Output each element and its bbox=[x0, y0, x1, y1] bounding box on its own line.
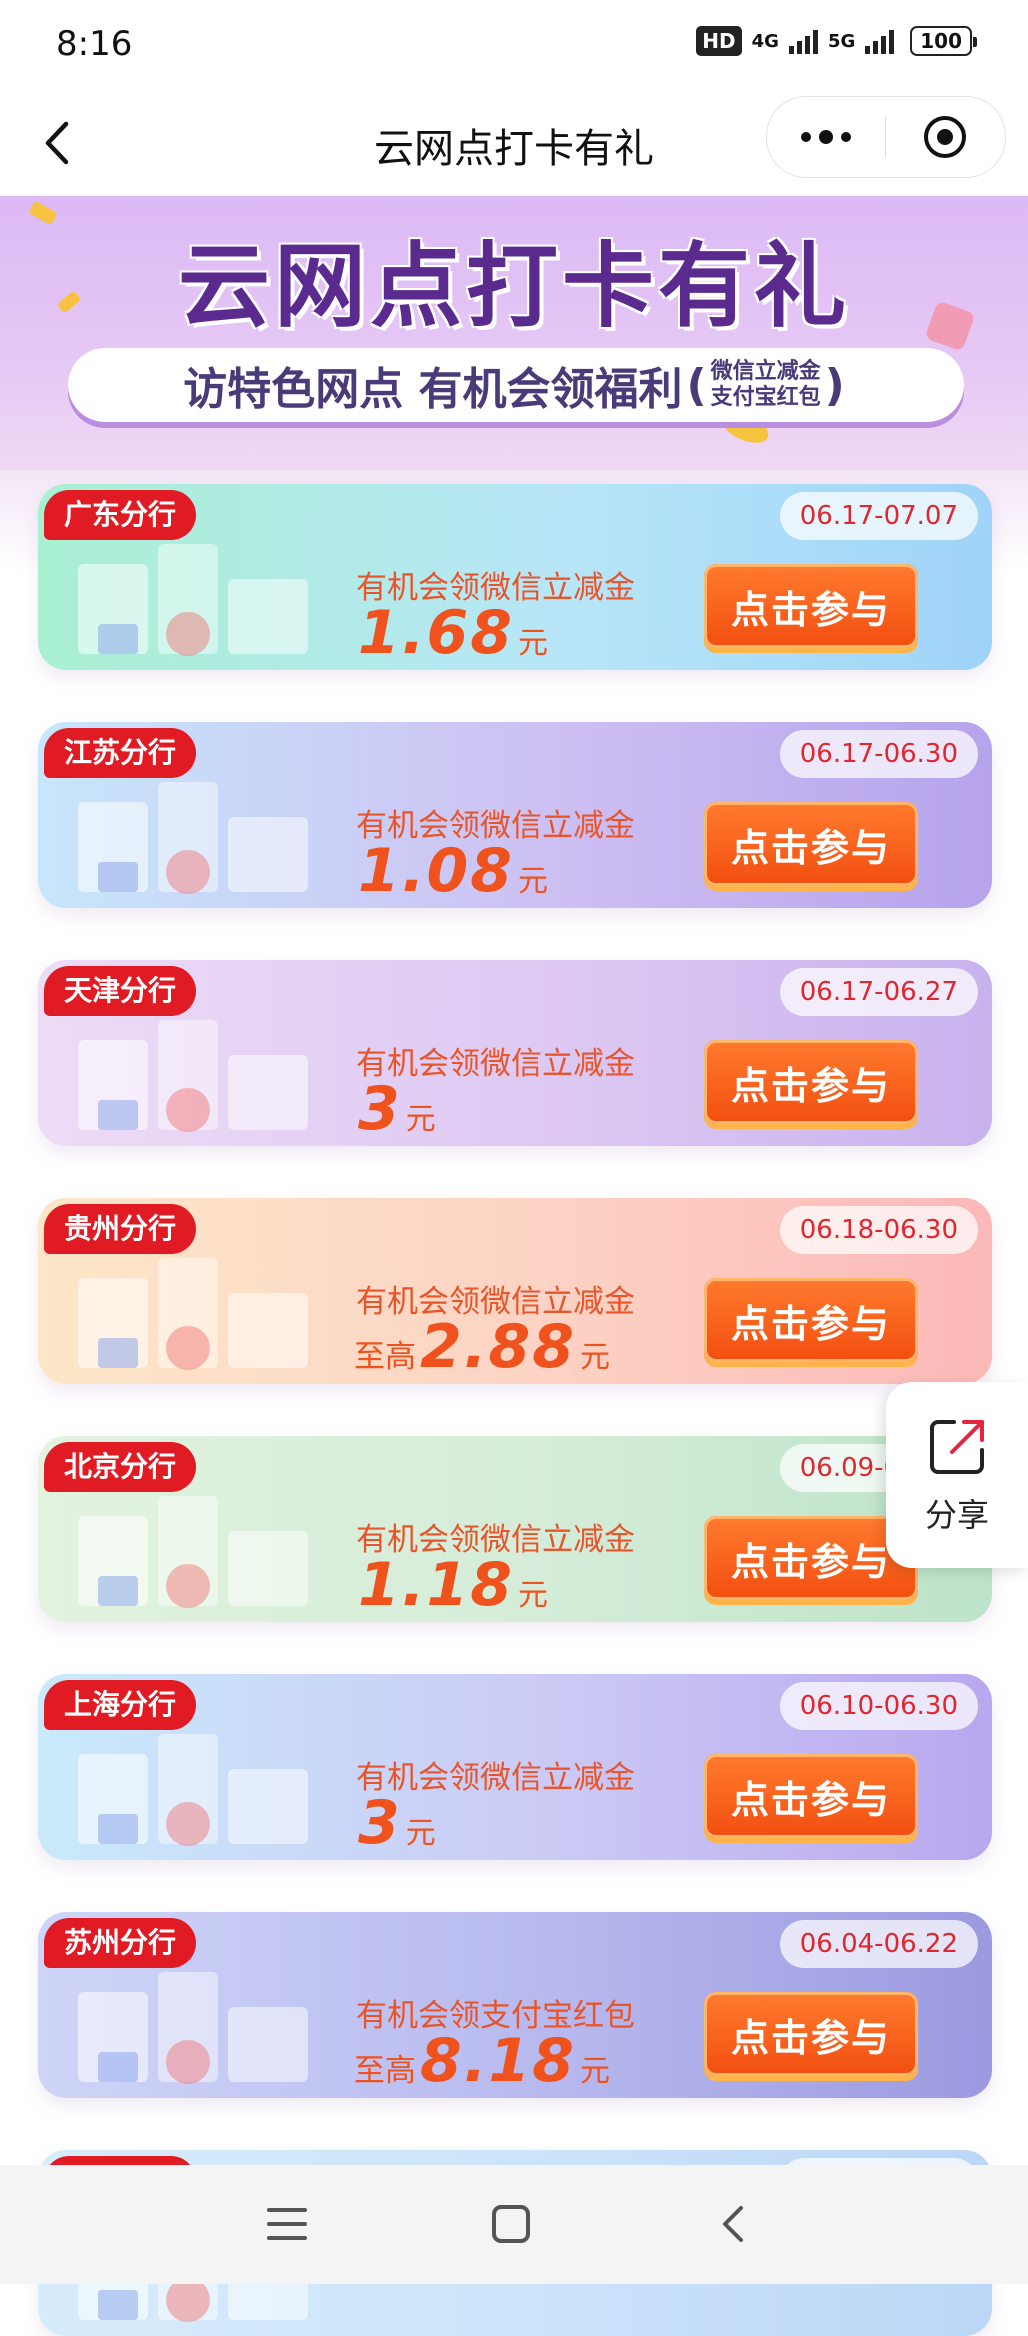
reward-amount: 至高 2.88 元 bbox=[354, 1312, 610, 1382]
amount-value: 3 bbox=[358, 1074, 402, 1144]
hero-banner: 云网点打卡有礼 访特色网点 有机会领福利 ( 微信立减金 支付宝红包 ) bbox=[0, 196, 1028, 496]
reward-amount: 3元 bbox=[354, 1074, 436, 1144]
branch-illustration bbox=[78, 1020, 308, 1132]
date-range: 06.17-06.27 bbox=[779, 968, 978, 1016]
branch-name-tag: 贵州分行 bbox=[44, 1204, 197, 1254]
amount-unit: 元 bbox=[580, 2054, 611, 2089]
reward-amount: 3元 bbox=[354, 1788, 436, 1858]
system-back-button[interactable] bbox=[700, 2189, 770, 2259]
paren-close: ) bbox=[824, 359, 845, 411]
join-button[interactable]: 点击参与 bbox=[704, 1754, 918, 1838]
amount-value: 1.68 bbox=[358, 598, 515, 668]
status-time: 8:16 bbox=[56, 24, 133, 64]
status-bar: 8:16 HD 4G 5G 100 bbox=[0, 0, 1028, 90]
hd-badge: HD bbox=[696, 26, 742, 56]
branch-illustration bbox=[78, 1496, 308, 1608]
target-icon bbox=[924, 116, 966, 158]
hero-subtitle-banner: 访特色网点 有机会领福利 ( 微信立减金 支付宝红包 ) bbox=[68, 348, 964, 422]
back-icon bbox=[723, 2206, 743, 2242]
amount-value: 2.88 bbox=[420, 1312, 577, 1382]
home-icon bbox=[492, 2205, 530, 2243]
reward-amount: 至高 8.18 元 bbox=[354, 2026, 610, 2096]
branch-card[interactable]: 北京分行 06.09-06.30 有机会领微信立减金 1.18 元点击参与 bbox=[38, 1436, 992, 1622]
battery-icon: 100 bbox=[910, 26, 977, 56]
reward-amount: 1.68 元 bbox=[354, 598, 548, 668]
join-button[interactable]: 点击参与 bbox=[704, 1278, 918, 1362]
system-navigation-bar bbox=[0, 2165, 1028, 2284]
branch-card[interactable]: 贵州分行 06.18-06.30 有机会领微信立减金 至高 2.88 元点击参与 bbox=[38, 1198, 992, 1384]
close-mini-program-button[interactable] bbox=[886, 97, 1004, 177]
branch-card[interactable]: 上海分行 06.10-06.30 有机会领微信立减金 3 元点击参与 bbox=[38, 1674, 992, 1860]
amount-value: 8.18 bbox=[420, 2026, 577, 2096]
branch-illustration bbox=[78, 1734, 308, 1846]
amount-unit: 元 bbox=[518, 864, 549, 899]
menu-button[interactable] bbox=[252, 2189, 322, 2259]
amount-value: 1.18 bbox=[358, 1550, 515, 1620]
network-4g-label: 4G bbox=[751, 30, 779, 52]
nav-bar: 云网点打卡有礼 bbox=[0, 90, 1028, 196]
reward-type-wechat: 微信立减金 bbox=[710, 359, 821, 384]
reward-amount: 1.08 元 bbox=[354, 836, 548, 906]
amount-value: 1.08 bbox=[358, 836, 515, 906]
more-button[interactable] bbox=[767, 97, 885, 177]
branch-name-tag: 广东分行 bbox=[44, 490, 197, 540]
status-indicators: HD 4G 5G 100 bbox=[696, 26, 977, 56]
hero-subtitle: 访特色网点 有机会领福利 bbox=[183, 364, 683, 415]
branch-name-tag: 上海分行 bbox=[44, 1680, 197, 1730]
amount-unit: 元 bbox=[518, 626, 549, 661]
branch-illustration bbox=[78, 544, 308, 656]
reward-type-alipay: 支付宝红包 bbox=[710, 385, 821, 410]
branch-illustration bbox=[78, 1972, 308, 2084]
amount-value: 3 bbox=[358, 1788, 402, 1858]
join-button[interactable]: 点击参与 bbox=[704, 1992, 918, 2076]
signal-icon bbox=[788, 28, 818, 54]
share-icon bbox=[930, 1420, 984, 1474]
branch-illustration bbox=[78, 1258, 308, 1370]
branch-card[interactable]: 江苏分行 06.17-06.30 有机会领微信立减金 1.08 元点击参与 bbox=[38, 722, 992, 908]
branch-card[interactable]: 天津分行 06.17-06.27 有机会领微信立减金 3 元点击参与 bbox=[38, 960, 992, 1146]
amount-unit: 元 bbox=[405, 1102, 436, 1137]
amount-unit: 元 bbox=[580, 1340, 611, 1375]
date-range: 06.17-07.07 bbox=[779, 492, 978, 540]
paren-open: ( bbox=[686, 359, 707, 411]
join-button[interactable]: 点击参与 bbox=[704, 802, 918, 886]
signal-icon bbox=[865, 28, 895, 54]
reward-amount: 1.18 元 bbox=[354, 1550, 548, 1620]
reward-types: 微信立减金 支付宝红包 bbox=[711, 359, 821, 411]
branch-name-tag: 苏州分行 bbox=[44, 1918, 197, 1968]
branch-name-tag: 天津分行 bbox=[44, 966, 197, 1016]
amount-prefix: 至高 bbox=[354, 2053, 416, 2089]
amount-prefix: 至高 bbox=[354, 1339, 416, 1375]
branch-card[interactable]: 广东分行 06.17-07.07 有机会领微信立减金 1.68 元点击参与 bbox=[38, 484, 992, 670]
date-range: 06.18-06.30 bbox=[779, 1206, 978, 1254]
amount-unit: 元 bbox=[405, 1816, 436, 1851]
date-range: 06.10-06.30 bbox=[779, 1682, 978, 1730]
branch-card[interactable]: 苏州分行 06.04-06.22 有机会领支付宝红包 至高 8.18 元点击参与 bbox=[38, 1912, 992, 2098]
branch-name-tag: 北京分行 bbox=[44, 1442, 197, 1492]
join-button[interactable]: 点击参与 bbox=[704, 564, 918, 648]
join-button[interactable]: 点击参与 bbox=[704, 1040, 918, 1124]
home-button[interactable] bbox=[476, 2189, 546, 2259]
network-5g-label: 5G bbox=[827, 30, 856, 52]
menu-icon bbox=[267, 2208, 307, 2240]
branch-name-tag: 江苏分行 bbox=[44, 728, 197, 778]
share-button[interactable]: 分享 bbox=[886, 1382, 1028, 1568]
amount-unit: 元 bbox=[518, 1578, 549, 1613]
date-range: 06.04-06.22 bbox=[779, 1920, 978, 1968]
mini-program-capsule bbox=[766, 96, 1006, 178]
hero-title: 云网点打卡有礼 bbox=[177, 233, 850, 340]
date-range: 06.17-06.30 bbox=[779, 730, 978, 778]
more-icon bbox=[801, 130, 851, 144]
branch-illustration bbox=[78, 782, 308, 894]
share-label: 分享 bbox=[924, 1496, 989, 1534]
